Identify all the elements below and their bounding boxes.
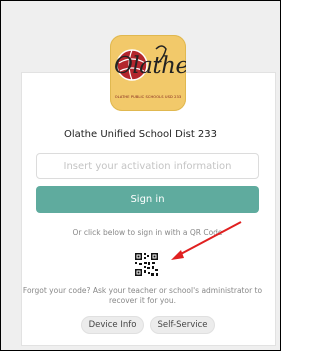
logo-tagline: OLATHE PUBLIC SCHOOLS USD 233	[114, 95, 182, 99]
annotation-arrow-icon	[171, 221, 242, 260]
sign-in-button[interactable]: Sign in	[36, 186, 259, 213]
qr-code-icon[interactable]	[134, 252, 159, 277]
activation-input[interactable]	[36, 153, 259, 179]
device-info-button[interactable]: Device Info	[81, 316, 144, 334]
qr-hint-text: Or click below to sign in with a QR Code	[72, 228, 223, 237]
forgot-code-text: Forgot your code? Ask your teacher or sc…	[22, 286, 263, 305]
district-name: Olathe Unified School Dist 233	[63, 129, 218, 140]
logo-script-text: Olathe	[114, 53, 186, 79]
self-service-button[interactable]: Self-Service	[150, 316, 215, 334]
district-logo: Olathe OLATHE PUBLIC SCHOOLS USD 233	[110, 35, 186, 111]
